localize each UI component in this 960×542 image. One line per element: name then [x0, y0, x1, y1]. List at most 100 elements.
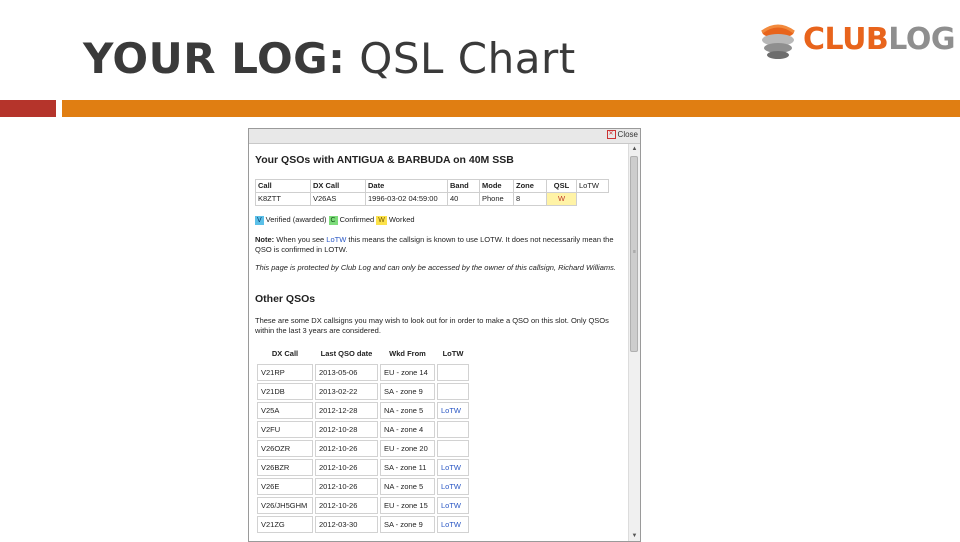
dx-call-cell: V21ZG [257, 516, 313, 533]
confirmed-badge: C [328, 215, 338, 225]
other-qsos-table: DX Call Last QSO date Wkd From LoTW V21R… [255, 344, 471, 535]
table-row: V25A 2012-12-28 NA - zone 5 LoTW [257, 402, 469, 419]
verified-badge: V [255, 215, 264, 225]
lotw-cell [437, 383, 469, 400]
lotw-note: Note: When you see LoTW this means the c… [255, 235, 614, 254]
popup-topbar: ✕ Close [249, 129, 640, 144]
col-date: Date [365, 179, 448, 193]
qso-row: K8ZTT V26AS 1996-03-02 04:59:00 40 Phone… [255, 192, 609, 206]
wkd-from-cell: NA - zone 5 [380, 478, 435, 495]
close-label[interactable]: Close [618, 130, 638, 139]
col-wkd-from: Wkd From [389, 349, 426, 358]
close-icon[interactable]: ✕ [606, 130, 616, 139]
slide-title-rest: QSL Chart [345, 34, 576, 83]
dx-call-cell: V21DB [257, 383, 313, 400]
clublog-globe-icon [761, 24, 795, 59]
status-legend: V Verified (awarded) C Confirmed W Worke… [255, 215, 415, 225]
lotw-link[interactable]: LoTW [437, 402, 469, 419]
table-row: V21DB 2013-02-22 SA - zone 9 [257, 383, 469, 400]
col-mode: Mode [479, 179, 514, 193]
lotw-link[interactable]: LoTW [326, 235, 346, 244]
lotw-link[interactable]: LoTW [437, 516, 469, 533]
wkd-from-cell: EU - zone 14 [380, 364, 435, 381]
table-row: V26/JH5GHM 2012-10-26 EU - zone 15 LoTW [257, 497, 469, 514]
col-qsl: QSL [546, 179, 577, 193]
table-row: V21RP 2013-05-06 EU - zone 14 [257, 364, 469, 381]
col-lotw: LoTW [576, 179, 609, 193]
lotw-cell [437, 440, 469, 457]
clublog-logo: CLUBLOG [758, 18, 955, 68]
lotw-link[interactable]: LoTW [437, 459, 469, 476]
lotw-link[interactable]: LoTW [437, 497, 469, 514]
table-row: V26E 2012-10-26 NA - zone 5 LoTW [257, 478, 469, 495]
col-other-lotw: LoTW [442, 349, 464, 358]
clublog-wordmark: CLUBLOG [803, 22, 955, 57]
worked-badge: W [376, 215, 387, 225]
dx-call-cell: V21RP [257, 364, 313, 381]
last-qso-date-cell: 2012-10-26 [315, 440, 378, 457]
last-qso-date-cell: 2012-10-26 [315, 497, 378, 514]
qso-table-header: Call DX Call Date Band Mode Zone QSL LoT… [255, 179, 609, 193]
wkd-from-cell: SA - zone 11 [380, 459, 435, 476]
worked-label: Worked [388, 215, 415, 224]
lotw-cell [437, 364, 469, 381]
confirmed-label: Confirmed [339, 215, 375, 224]
table-row: V21ZG 2012-03-30 SA - zone 9 LoTW [257, 516, 469, 533]
col-call: Call [255, 179, 311, 193]
scroll-grip-icon: ≡ [633, 249, 636, 255]
col-band: Band [447, 179, 480, 193]
qso-date: 1996-03-02 04:59:00 [365, 192, 448, 206]
wkd-from-cell: EU - zone 15 [380, 497, 435, 514]
last-qso-date-cell: 2012-10-26 [315, 478, 378, 495]
qso-lotw [577, 193, 609, 206]
dx-call-cell: V26/JH5GHM [257, 497, 313, 514]
dx-call-cell: V2FU [257, 421, 313, 438]
col-other-dx-call: DX Call [271, 349, 299, 358]
last-qso-date-cell: 2012-12-28 [315, 402, 378, 419]
vertical-scrollbar[interactable]: ▲ ≡ ▼ [628, 144, 640, 541]
scroll-up-arrow-icon[interactable]: ▲ [629, 144, 640, 154]
last-qso-date-cell: 2012-10-28 [315, 421, 378, 438]
close-button[interactable]: ✕ Close [606, 130, 638, 139]
header-rule-right [62, 100, 960, 117]
wkd-from-cell: NA - zone 5 [380, 402, 435, 419]
last-qso-date-cell: 2012-03-30 [315, 516, 378, 533]
qso-zone: 8 [513, 192, 547, 206]
verified-label: Verified (awarded) [265, 215, 327, 224]
qso-qsl-status: W [546, 192, 577, 206]
qso-dx-call: V26AS [310, 192, 366, 206]
wkd-from-cell: SA - zone 9 [380, 383, 435, 400]
qso-band: 40 [447, 192, 480, 206]
last-qso-date-cell: 2012-10-26 [315, 459, 378, 476]
wkd-from-cell: SA - zone 9 [380, 516, 435, 533]
dx-call-cell: V26E [257, 478, 313, 495]
wkd-from-cell: EU - zone 20 [380, 440, 435, 457]
col-zone: Zone [513, 179, 547, 193]
qso-mode: Phone [479, 192, 514, 206]
table-row: V26OZR 2012-10-26 EU - zone 20 [257, 440, 469, 457]
qsl-chart-popup: ✕ Close Your QSOs with ANTIGUA & BARBUDA… [248, 128, 641, 542]
last-qso-date-cell: 2013-02-22 [315, 383, 378, 400]
protected-notice: This page is protected by Club Log and c… [255, 263, 616, 272]
scroll-thumb[interactable]: ≡ [630, 156, 638, 352]
slide-title-bold: YOUR LOG: [83, 34, 346, 83]
qso-heading: Your QSOs with ANTIGUA & BARBUDA on 40M … [255, 154, 514, 166]
other-table-header: DX Call Last QSO date Wkd From LoTW [257, 346, 469, 362]
other-qsos-intro: These are some DX callsigns you may wish… [255, 316, 609, 335]
col-last-qso-date: Last QSO date [320, 349, 373, 358]
last-qso-date-cell: 2013-05-06 [315, 364, 378, 381]
header-rule-left [0, 100, 56, 117]
table-row: V2FU 2012-10-28 NA - zone 4 [257, 421, 469, 438]
qso-table: Call DX Call Date Band Mode Zone QSL LoT… [255, 179, 609, 206]
dx-call-cell: V26BZR [257, 459, 313, 476]
slide-title: YOUR LOG: QSL Chart [83, 34, 576, 83]
qso-call: K8ZTT [255, 192, 311, 206]
popup-content: Your QSOs with ANTIGUA & BARBUDA on 40M … [255, 149, 623, 541]
lotw-link[interactable]: LoTW [437, 478, 469, 495]
dx-call-cell: V26OZR [257, 440, 313, 457]
dx-call-cell: V25A [257, 402, 313, 419]
col-dx-call: DX Call [310, 179, 366, 193]
lotw-cell [437, 421, 469, 438]
table-row: V26BZR 2012-10-26 SA - zone 11 LoTW [257, 459, 469, 476]
other-qsos-heading: Other QSOs [255, 293, 316, 305]
